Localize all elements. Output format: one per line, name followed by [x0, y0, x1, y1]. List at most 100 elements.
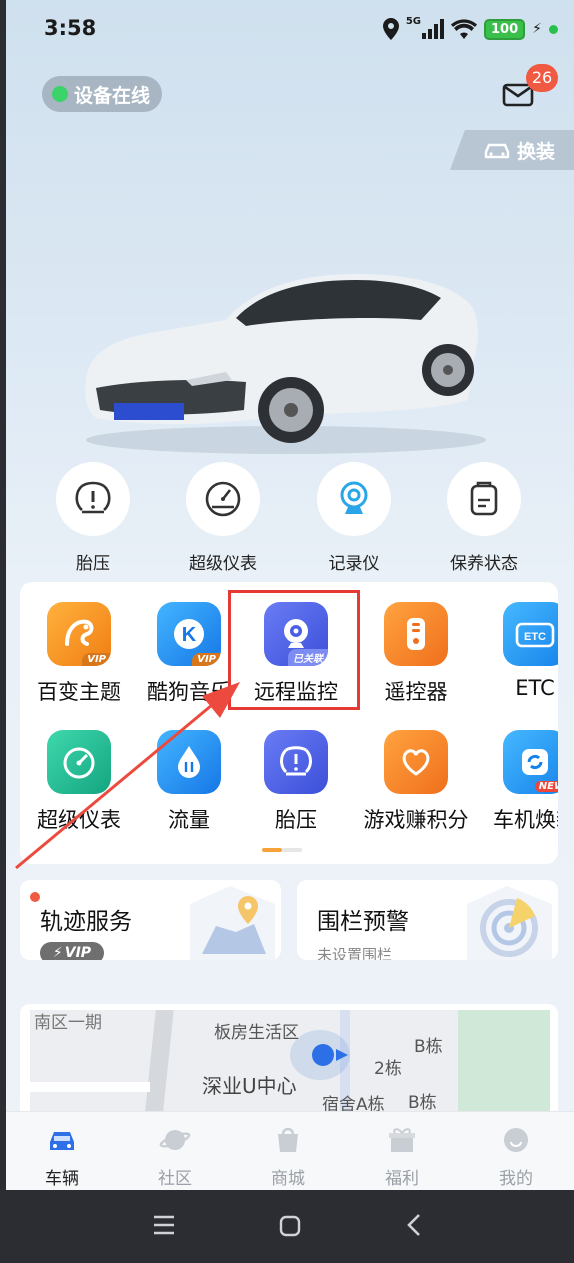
app-super-gauge[interactable]: 超级仪表 [20, 730, 138, 834]
dashcam-icon [340, 481, 368, 514]
wifi-icon [451, 19, 478, 39]
dashcam-circle [317, 462, 391, 536]
svg-text:ETC: ETC [524, 631, 546, 643]
map-label-building-b1: B栋 [414, 1037, 443, 1057]
app-label: 超级仪表 [37, 808, 121, 832]
quick-action-gauge[interactable]: 超级仪表 [163, 462, 283, 574]
signal-icon [422, 19, 445, 39]
app-etc[interactable]: ETC ETC [476, 602, 558, 700]
smiley-face-icon [504, 1128, 528, 1152]
left-edge [0, 0, 6, 1190]
chameleon-icon [65, 619, 94, 646]
etc-card-icon: ETC [515, 622, 555, 648]
tire-pressure-icon [75, 481, 111, 514]
app-remote-control[interactable]: 遥控器 [357, 602, 475, 706]
target-icon [467, 886, 552, 960]
current-location-icon [312, 1044, 348, 1066]
app-label: 遥控器 [384, 680, 448, 704]
track-service-card[interactable]: 轨迹服务 ⚡ VIP [20, 880, 281, 960]
status-bar: 3:58 5G 100 ⚡ [6, 0, 574, 58]
svg-text:K: K [182, 624, 197, 646]
map-pin-icon [190, 886, 275, 960]
gauge-icon [205, 481, 241, 517]
page-dot-active [262, 848, 282, 852]
swap-car-button[interactable]: 换装 [450, 130, 574, 170]
tire-warning-icon [280, 746, 312, 776]
tire-pressure-tile [264, 730, 328, 794]
page-dot [282, 848, 302, 852]
map-label-building-2: 2栋 [374, 1059, 402, 1079]
lightning-icon: ⚡ [52, 945, 63, 960]
quick-action-maintenance[interactable]: 保养状态 [424, 462, 544, 574]
heart-hand-icon [402, 749, 430, 776]
notification-dot [30, 892, 40, 902]
system-nav-bar [0, 1190, 574, 1263]
app-label: 胎压 [275, 808, 317, 832]
new-tag: NEW [534, 781, 558, 792]
etc-tile: ETC [503, 602, 558, 666]
planet-icon [159, 1130, 191, 1150]
status-icons: 5G 100 ⚡ [382, 16, 558, 42]
app-label: ETC [515, 676, 555, 700]
nav-label: 车辆 [45, 1169, 79, 1189]
map-card[interactable]: 南区一期 板房生活区 深业U中心 宿舍A栋 B栋 B栋 2栋 [20, 1004, 558, 1124]
battery-indicator: 100 [484, 18, 526, 40]
vip-tag: VIP [82, 653, 111, 666]
nav-benefits[interactable]: 福利 [372, 1126, 432, 1189]
shopping-bag-icon [278, 1127, 298, 1152]
game-points-tile [384, 730, 448, 794]
app-label: 车机焕新 [493, 808, 558, 832]
kugou-tile: K VIP [157, 602, 221, 666]
fence-alert-subtitle: 未设置围栏 [317, 946, 393, 960]
online-status-label: 设备在线 [74, 84, 151, 107]
app-screen: 3:58 5G 100 ⚡ 设备在线 26 换装 胎压 超级仪表 记录仪 保养状… [6, 0, 574, 1190]
maintenance-icon [470, 481, 498, 516]
car-image [85, 274, 486, 454]
nav-profile[interactable]: 我的 [486, 1126, 546, 1189]
home-icon[interactable] [278, 1214, 302, 1238]
quick-action-tire-pressure[interactable]: 胎压 [33, 462, 153, 574]
nav-mall[interactable]: 商城 [258, 1126, 318, 1189]
nav-label: 福利 [385, 1169, 419, 1189]
vip-tag: VIP [192, 653, 221, 666]
app-theme[interactable]: VIP 百变主题 [20, 602, 138, 706]
grid-page-indicator [262, 848, 302, 852]
map-label-south-district: 南区一期 [34, 1013, 102, 1033]
nav-community[interactable]: 社区 [145, 1126, 205, 1189]
bottom-nav: 车辆 社区 商城 福利 我的 [6, 1111, 574, 1190]
remote-control-icon [407, 618, 425, 650]
online-dot-icon [52, 86, 68, 102]
network-label: 5G [405, 16, 422, 27]
maintenance-circle [447, 462, 521, 536]
app-tire-pressure[interactable]: 胎压 [237, 730, 355, 834]
nav-label: 社区 [158, 1169, 192, 1189]
message-count-badge: 26 [526, 64, 558, 92]
nav-vehicle[interactable]: 车辆 [32, 1126, 92, 1189]
back-icon[interactable] [404, 1212, 424, 1238]
quick-action-dashcam[interactable]: 记录仪 [294, 462, 414, 574]
car-outline-icon [484, 143, 510, 159]
charging-icon: ⚡ [532, 21, 542, 37]
gift-icon [389, 1128, 415, 1152]
vip-badge: ⚡ VIP [40, 942, 104, 960]
fence-alert-card[interactable]: 围栏预警 未设置围栏 [297, 880, 558, 960]
water-drop-icon [178, 746, 200, 778]
nav-label: 商城 [271, 1169, 305, 1189]
app-car-refresh[interactable]: NEW 车机焕新 [476, 730, 558, 834]
status-time: 3:58 [44, 16, 97, 40]
device-online-status: 设备在线 [42, 76, 163, 112]
car-refresh-tile: NEW [503, 730, 558, 794]
gauge-circle [186, 462, 260, 536]
app-game-points[interactable]: 游戏赚积分 [357, 730, 475, 834]
quick-action-label: 超级仪表 [189, 554, 257, 574]
quick-action-label: 胎压 [76, 554, 110, 574]
quick-action-label: 记录仪 [328, 554, 380, 574]
map-view[interactable]: 南区一期 板房生活区 深业U中心 宿舍A栋 B栋 B栋 2栋 [30, 1010, 550, 1120]
tire-pressure-circle [56, 462, 130, 536]
nav-label: 我的 [499, 1169, 533, 1189]
highlight-box-remote-monitor [228, 590, 360, 710]
refresh-icon [522, 749, 548, 775]
car-icon [50, 1132, 74, 1150]
app-data-traffic[interactable]: 流量 [130, 730, 248, 834]
recent-apps-icon[interactable] [152, 1214, 176, 1236]
